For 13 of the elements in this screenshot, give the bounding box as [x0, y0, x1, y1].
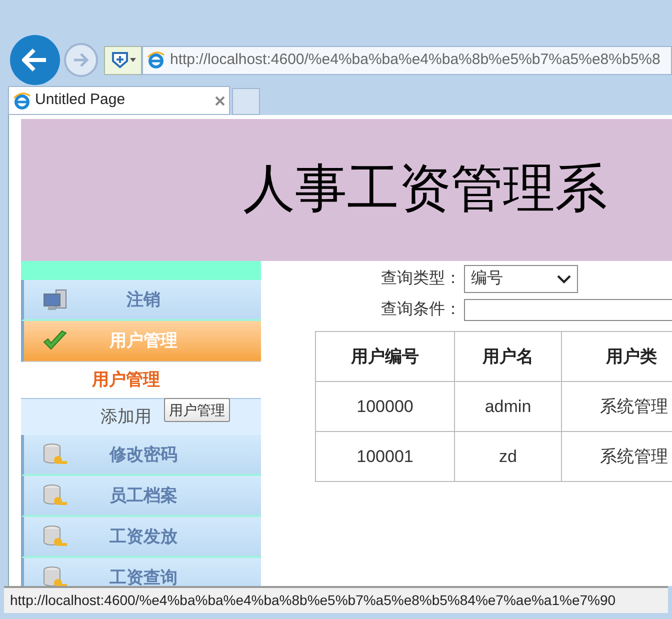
banner-title: 人事工资管理系: [243, 160, 607, 220]
query-condition-label: 查询条件：: [380, 300, 461, 320]
tab-title: Untitled Page: [35, 90, 126, 110]
table-cell: 100000: [316, 382, 454, 432]
query-type-label: 查询类型：: [380, 268, 461, 289]
status-bar: http://localhost:4600/%e4%ba%ba%e4%ba%8b%e5%b7%a5%e8%b5%84%e7%ae%a1%e7%90: [4, 586, 668, 613]
column-header: 用户类: [562, 332, 672, 382]
table-cell: 100001: [316, 432, 454, 482]
column-header: 用户名: [454, 332, 562, 382]
column-header: 用户编号: [316, 332, 454, 382]
table-cell: admin: [454, 382, 562, 432]
table-cell: zd: [454, 432, 562, 482]
tooltip: 用户管理: [164, 398, 230, 422]
